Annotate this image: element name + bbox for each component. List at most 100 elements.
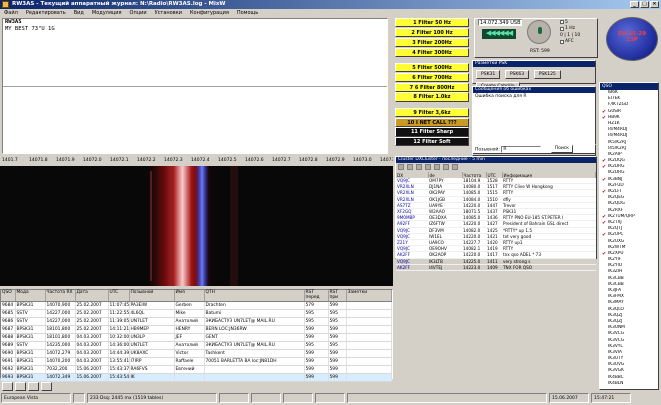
splitter[interactable]	[3, 86, 387, 87]
log-cell[interactable]: 14070,900	[45, 301, 76, 310]
log-cell[interactable]	[346, 341, 392, 350]
next-record-icon[interactable]	[28, 382, 39, 391]
log-row[interactable]: 9693 BPSK31 14072,349 15.06.2007 15:43:54 IK 5…	[1, 373, 392, 382]
filter-button[interactable]: 2 Filter 100 Hz	[395, 27, 469, 38]
log-cell[interactable]: SSTV	[15, 317, 46, 326]
log-cell[interactable]: 04.03.2007	[75, 341, 109, 350]
toolbar-icon[interactable]	[443, 164, 449, 170]
log-cell[interactable]	[204, 373, 305, 382]
menu-options[interactable]: Опции	[130, 9, 147, 17]
log-row[interactable]: 9689 SSTV 14235,000 04.03.2007 14:36:00 UN7LE…	[1, 341, 392, 350]
log-cell[interactable]: Raffaele	[174, 357, 205, 366]
first-record-icon[interactable]	[2, 382, 13, 391]
log-cell[interactable]: 11:07:45	[108, 301, 130, 310]
log-cell[interactable]: 9693	[1, 373, 16, 382]
log-cell[interactable]: 18101,800	[45, 325, 76, 334]
log-cell[interactable]: BERN LOC:JN36RW	[204, 325, 305, 334]
log-row[interactable]: 9692 BPSK31 7032,200 15.06.2007 15:43:37 RA6F…	[1, 365, 392, 374]
search-button[interactable]: Поиск	[550, 145, 574, 153]
log-cell[interactable]: 15.06.2007	[75, 365, 109, 374]
log-column-header[interactable]: Дата	[75, 290, 109, 302]
toolbar-icon[interactable]	[434, 164, 440, 170]
log-cell[interactable]: SSTV	[15, 341, 46, 350]
log-row[interactable]: 9685 SSTV 14227,000 25.02.2007 11:22:55 4L6QL…	[1, 309, 392, 318]
spot-row[interactable]: AK2FF I4VTEJ 14223.0 1409 TNX FOR QSO	[396, 264, 596, 272]
log-cell[interactable]: BPSK31	[15, 333, 46, 342]
menu-file[interactable]: Файл	[4, 9, 18, 17]
log-cell[interactable]: 14:36:00	[108, 341, 130, 350]
toolbar-icon[interactable]	[407, 164, 413, 170]
opt-checkbox[interactable]	[560, 20, 564, 25]
toolbar-icon[interactable]	[425, 164, 431, 170]
log-cell[interactable]: SSTV	[15, 309, 46, 318]
log-cell[interactable]	[174, 373, 205, 382]
log-cell[interactable]: 11:22:55	[108, 309, 130, 318]
frequency-scale[interactable]: 1401.7 14071.8 14071.9 14072.0 14072.1 14072.…	[0, 157, 393, 166]
log-cell[interactable]: BPSK31	[15, 373, 46, 382]
log-cell[interactable]: BPSK31	[15, 365, 46, 374]
log-column-header[interactable]: QSO	[1, 290, 16, 302]
log-column-header[interactable]: Частота RX	[45, 290, 76, 302]
log-cell[interactable]: 25.02.2007	[75, 325, 109, 334]
log-row[interactable]: 9691 BPSK31 14070,200 04.03.2007 13:55:41 I7I…	[1, 357, 392, 366]
log-cell[interactable]	[346, 325, 392, 334]
toolbar-icon[interactable]	[398, 164, 404, 170]
log-cell[interactable]: Batumi	[204, 309, 305, 318]
filter-button[interactable]: 9 Filter 3,6kz	[395, 107, 469, 117]
log-column-header[interactable]: UTC	[108, 290, 130, 302]
menu-settings[interactable]: Установки	[155, 9, 182, 17]
log-cell[interactable]: BPSK31	[15, 301, 46, 310]
filter-button[interactable]: 8 Filter 1.0kz	[395, 92, 469, 102]
log-cell[interactable]: 595	[304, 309, 329, 318]
log-cell[interactable]: 25.02.2007	[75, 301, 109, 310]
log-cell[interactable]	[346, 309, 392, 318]
log-cell[interactable]: 599	[304, 349, 329, 358]
log-column-header[interactable]: Заметки	[346, 290, 392, 302]
menu-mode[interactable]: Модуляция	[92, 9, 122, 17]
log-cell[interactable]: Анатолий	[174, 317, 205, 326]
mode-select[interactable]: USB	[510, 20, 520, 26]
log-cell[interactable]: BPSK31	[15, 357, 46, 366]
log-column-header[interactable]: Позывной	[129, 290, 175, 302]
log-cell[interactable]	[204, 365, 305, 374]
filter-button[interactable]: 3 Filter 200Hz	[395, 37, 469, 47]
log-cell[interactable]: 15:43:54	[108, 373, 130, 382]
log-cell[interactable]: Mike	[174, 309, 205, 318]
log-cell[interactable]: 599	[328, 333, 347, 342]
psk31-button[interactable]: PSK31	[476, 70, 501, 79]
log-cell[interactable]: 595	[304, 317, 329, 326]
log-cell[interactable]: 599	[304, 365, 329, 374]
log-cell[interactable]	[346, 317, 392, 326]
log-cell[interactable]: 599	[328, 357, 347, 366]
log-row[interactable]: 9684 BPSK31 14070,900 25.02.2007 11:07:45 PA3…	[1, 301, 392, 310]
log-cell[interactable]: 9692	[1, 365, 16, 374]
log-row[interactable]: 9690 BPSK31 14072,279 04.03.2007 14:44:39 UK8…	[1, 349, 392, 358]
toolbar-icon[interactable]	[452, 164, 458, 170]
log-cell[interactable]: Tashkent	[204, 349, 305, 358]
psk125-button[interactable]: PSK125	[533, 70, 561, 79]
log-cell[interactable]: 9684	[1, 301, 16, 310]
log-cell[interactable]: 599	[304, 333, 329, 342]
menu-config[interactable]: Конфигурация	[190, 9, 229, 17]
log-cell[interactable]: 599	[304, 325, 329, 334]
log-cell[interactable]: BPSK31	[15, 349, 46, 358]
log-cell[interactable]	[346, 365, 392, 374]
log-cell[interactable]: Drachten	[204, 301, 305, 310]
log-cell[interactable]: 14070,200	[45, 357, 76, 366]
log-column-header[interactable]: RST при	[328, 290, 347, 302]
log-cell[interactable]: HB9MEP	[129, 325, 175, 334]
log-column-header[interactable]: Имя	[174, 290, 205, 302]
log-cell[interactable]: 7032,200	[45, 365, 76, 374]
log-cell[interactable]: 579	[304, 301, 329, 310]
log-cell[interactable]	[346, 301, 392, 310]
log-cell[interactable]: UN7LET	[129, 341, 175, 350]
log-cell[interactable]: 9685	[1, 309, 16, 318]
filter-button[interactable]: 6 Filter 700Hz	[395, 72, 469, 82]
log-cell[interactable]: Анатолий	[174, 341, 205, 350]
log-cell[interactable]: HENRY	[174, 325, 205, 334]
log-cell[interactable]: 599	[304, 357, 329, 366]
log-cell[interactable]: 04.03.2007	[75, 333, 109, 342]
save-icon[interactable]	[41, 382, 52, 391]
log-cell[interactable]: 9686	[1, 317, 16, 326]
waterfall-display[interactable]	[0, 166, 393, 286]
